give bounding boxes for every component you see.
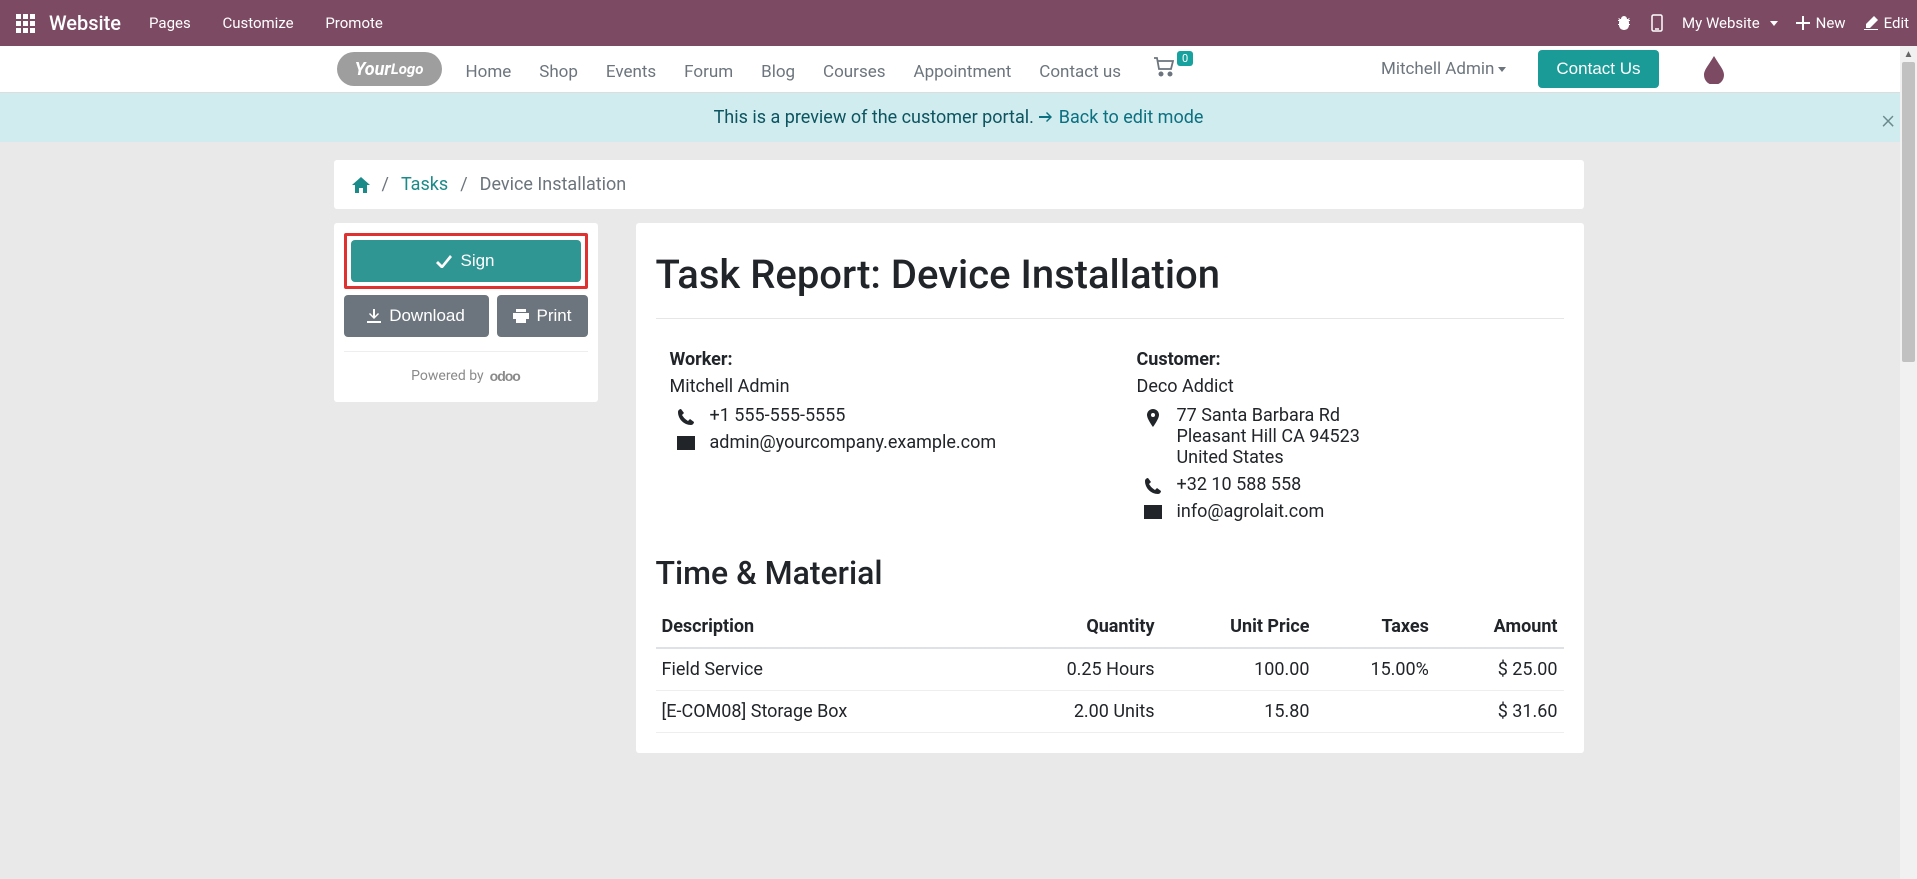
edit-button[interactable]: Edit — [1864, 14, 1909, 32]
nav-shop[interactable]: Shop — [539, 62, 578, 82]
breadcrumb-current: Device Installation — [480, 174, 627, 195]
table-row: [E-COM08] Storage Box 2.00 Units 15.80 $… — [656, 691, 1564, 733]
preview-banner: This is a preview of the customer portal… — [0, 93, 1917, 142]
worker-email: admin@yourcompany.example.com — [710, 432, 997, 453]
time-material-heading: Time & Material — [656, 554, 1564, 592]
nav-courses[interactable]: Courses — [823, 62, 885, 82]
highlight-annotation: Sign — [344, 233, 588, 289]
report-card: Task Report: Device Installation Worker:… — [636, 223, 1584, 753]
scroll-up-arrow[interactable]: ▲ — [1900, 46, 1917, 62]
close-icon[interactable]: × — [1881, 105, 1895, 135]
topbar-menu-left: Pages Customize Promote — [149, 14, 411, 32]
worker-name: Mitchell Admin — [670, 376, 1097, 397]
col-taxes: Taxes — [1315, 606, 1434, 648]
phone-icon — [1143, 474, 1163, 494]
col-description: Description — [656, 606, 991, 648]
powered-by: Powered by odoo — [344, 351, 588, 392]
scroll-thumb[interactable] — [1902, 62, 1915, 362]
admin-topbar: Website Pages Customize Promote My Websi… — [0, 0, 1917, 46]
phone-icon — [676, 405, 696, 425]
check-icon — [436, 254, 452, 268]
back-to-edit-link[interactable]: Back to edit mode — [1038, 107, 1203, 128]
user-dropdown[interactable]: Mitchell Admin — [1381, 59, 1506, 79]
cart-count-badge: 0 — [1177, 51, 1193, 66]
site-navbar: YourLogo Home Shop Events Forum Blog Cou… — [0, 46, 1917, 93]
topbar-customize[interactable]: Customize — [222, 14, 293, 32]
breadcrumb: / Tasks / Device Installation — [334, 160, 1584, 209]
customer-name: Deco Addict — [1137, 376, 1564, 397]
customer-address: 77 Santa Barbara Rd Pleasant Hill CA 945… — [1177, 405, 1360, 468]
sign-button[interactable]: Sign — [351, 240, 581, 282]
breadcrumb-home[interactable] — [352, 177, 370, 193]
worker-phone: +1 555-555-5555 — [710, 405, 846, 426]
nav-contact[interactable]: Contact us — [1039, 62, 1121, 82]
nav-events[interactable]: Events — [606, 62, 656, 82]
print-button[interactable]: Print — [497, 295, 588, 337]
worker-label: Worker: — [670, 349, 1097, 370]
customer-block: Customer: Deco Addict 77 Santa Barbara R… — [1137, 349, 1564, 528]
odoo-logo[interactable]: odoo — [490, 368, 520, 384]
apps-icon[interactable] — [16, 14, 35, 33]
my-website-dropdown[interactable]: My Website — [1682, 14, 1778, 32]
module-brand[interactable]: Website — [49, 11, 121, 35]
customer-phone: +32 10 588 558 — [1177, 474, 1302, 495]
print-icon — [513, 309, 529, 323]
report-title: Task Report: Device Installation — [656, 251, 1564, 319]
nav-home[interactable]: Home — [466, 62, 512, 82]
contact-us-button[interactable]: Contact Us — [1538, 50, 1658, 88]
chevron-down-icon — [1498, 67, 1506, 72]
download-icon — [367, 309, 381, 323]
site-nav-links: Home Shop Events Forum Blog Courses Appo… — [466, 57, 1192, 82]
col-amount: Amount — [1435, 606, 1564, 648]
mobile-icon[interactable] — [1650, 14, 1664, 32]
topbar-menu-right: My Website New Edit — [1616, 14, 1909, 32]
email-icon — [676, 432, 696, 450]
time-material-table: Description Quantity Unit Price Taxes Am… — [656, 606, 1564, 733]
map-pin-icon — [1143, 405, 1163, 427]
worker-block: Worker: Mitchell Admin +1 555-555-5555 a… — [670, 349, 1097, 528]
nav-blog[interactable]: Blog — [761, 62, 795, 82]
topbar-promote[interactable]: Promote — [325, 14, 383, 32]
new-button[interactable]: New — [1796, 14, 1846, 32]
cart-icon[interactable]: 0 — [1153, 57, 1191, 77]
preview-text: This is a preview of the customer portal… — [714, 107, 1039, 128]
customer-email: info@agrolait.com — [1177, 501, 1325, 522]
col-unitprice: Unit Price — [1161, 606, 1316, 648]
chevron-down-icon — [1770, 21, 1778, 26]
col-quantity: Quantity — [991, 606, 1161, 648]
theme-droplet-icon[interactable] — [1701, 54, 1727, 84]
action-sidebar: Sign Download Print Powered by odoo — [334, 223, 598, 402]
nav-forum[interactable]: Forum — [684, 62, 733, 82]
site-logo[interactable]: YourLogo — [337, 52, 442, 86]
nav-appointment[interactable]: Appointment — [913, 62, 1011, 82]
breadcrumb-tasks[interactable]: Tasks — [401, 174, 448, 195]
scrollbar[interactable]: ▲ — [1900, 46, 1917, 879]
table-row: Field Service 0.25 Hours 100.00 15.00% $… — [656, 648, 1564, 691]
customer-label: Customer: — [1137, 349, 1564, 370]
topbar-pages[interactable]: Pages — [149, 14, 191, 32]
bug-icon[interactable] — [1616, 15, 1632, 31]
download-button[interactable]: Download — [344, 295, 489, 337]
email-icon — [1143, 501, 1163, 519]
